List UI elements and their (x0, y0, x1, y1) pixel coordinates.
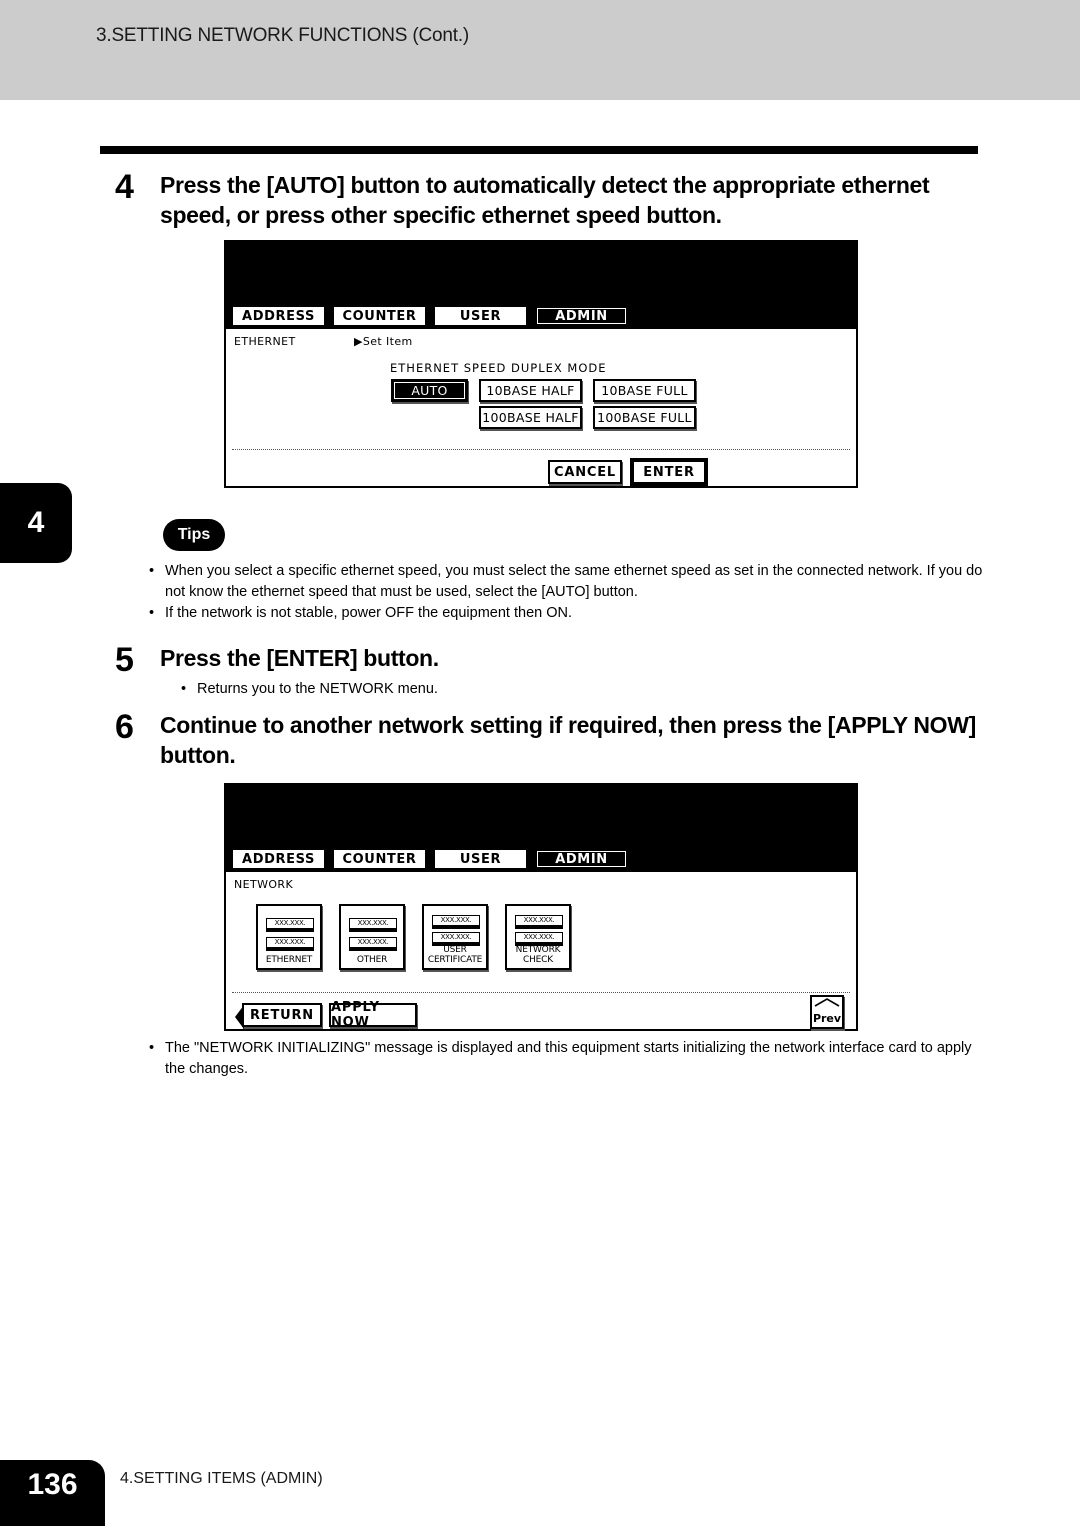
lcd-separator (232, 992, 850, 993)
tips-badge-label: Tips (177, 526, 211, 543)
tab-address[interactable]: ADDRESS (231, 305, 326, 327)
tips-bullet-list: • When you select a specific ethernet sp… (143, 561, 983, 624)
left-arrow-icon (235, 1005, 244, 1029)
step-4-text: Press the [AUTO] button to automatically… (160, 172, 930, 228)
icon-field-line-2: XXX.XXX. (432, 932, 480, 946)
icon-field-line-2: XXX.XXX. (266, 937, 314, 951)
lcd-tab-strip: ADDRESS COUNTER USER ADMIN (226, 304, 856, 329)
network-icon-user-certificate[interactable]: XXX.XXX. XXX.XXX. USER CERTIFICATE (422, 904, 488, 970)
icon-field-line-2: XXX.XXX. (349, 937, 397, 951)
network-icon-caption: NETWORK CHECK (515, 945, 561, 965)
page-number-tab: 136 (0, 1460, 105, 1526)
icon-field-line-1: XXX.XXX. (515, 915, 563, 929)
icon-field-line-1: XXX.XXX. (349, 918, 397, 932)
speed-button-10base-half[interactable]: 10BASE HALF (479, 379, 582, 402)
step-6-bullet-list: • The "NETWORK INITIALIZING" message is … (143, 1038, 983, 1080)
step-4-number: 4 (115, 168, 134, 206)
speed-button-100base-full[interactable]: 100BASE FULL (593, 406, 696, 429)
page-number: 136 (27, 1468, 78, 1501)
enter-button[interactable]: ENTER (632, 460, 706, 484)
prev-button[interactable]: Prev (810, 995, 844, 1029)
chapter-tab-marker: 4 (0, 483, 72, 563)
lcd-titlebar (226, 785, 856, 847)
step-6-bullet-1: • The "NETWORK INITIALIZING" message is … (149, 1040, 972, 1077)
bullet-dot-icon: • (149, 1040, 155, 1056)
tab-admin[interactable]: ADMIN (534, 305, 629, 327)
step-6-text: Continue to another network setting if r… (160, 712, 976, 768)
breadcrumb-arrow-icon: ▶ (354, 335, 363, 348)
network-icon-ethernet[interactable]: XXX.XXX. XXX.XXX. ETHERNET (256, 904, 322, 970)
return-button[interactable]: RETURN (235, 1003, 322, 1029)
lcd-body: ETHERNET ▶Set Item ETHERNET SPEED DUPLEX… (226, 329, 856, 486)
network-icon-caption: ETHERNET (265, 955, 313, 965)
lcd-panel-network: ADDRESS COUNTER USER ADMIN NETWORK XXX.X… (224, 783, 858, 1031)
network-icon-caption: OTHER (356, 955, 388, 965)
tab-counter[interactable]: COUNTER (332, 848, 427, 870)
bullet-dot-icon: • (181, 681, 187, 697)
bullet-dot-icon: • (149, 563, 155, 579)
breadcrumb-set-item: ▶Set Item (354, 335, 413, 348)
icon-field-line-1: XXX.XXX. (266, 918, 314, 932)
tips-badge: Tips (163, 519, 225, 551)
tips-bullet-1: • When you select a specific ethernet sp… (149, 563, 983, 600)
tab-counter[interactable]: COUNTER (332, 305, 427, 327)
tab-user[interactable]: USER (433, 848, 528, 870)
step-5-bullet-list: • Returns you to the NETWORK menu. (175, 679, 975, 700)
step-5-number: 5 (115, 641, 134, 679)
icon-field-line-1: XXX.XXX. (432, 915, 480, 929)
step-5-bullet-1: • Returns you to the NETWORK menu. (175, 679, 975, 700)
network-icon-network-check[interactable]: XXX.XXX. XXX.XXX. NETWORK CHECK (505, 904, 571, 970)
group-title-speed-duplex: ETHERNET SPEED DUPLEX MODE (390, 361, 607, 375)
screen-label-network: NETWORK (234, 878, 294, 891)
chevron-up-icon (814, 998, 840, 1007)
lcd-body: NETWORK XXX.XXX. XXX.XXX. ETHERNET XXX.X… (226, 872, 856, 1030)
tab-user[interactable]: USER (433, 305, 528, 327)
page-header-title: 3.SETTING NETWORK FUNCTIONS (Cont.) (96, 25, 470, 46)
tab-address[interactable]: ADDRESS (231, 848, 326, 870)
network-icon-caption: USER CERTIFICATE (427, 945, 483, 965)
speed-button-100base-half[interactable]: 100BASE HALF (479, 406, 582, 429)
apply-now-button[interactable]: APPLY NOW (329, 1000, 417, 1030)
lcd-panel-ethernet-speed: ADDRESS COUNTER USER ADMIN ETHERNET ▶Set… (224, 240, 858, 488)
speed-button-auto[interactable]: AUTO (391, 379, 468, 402)
tips-bullet-2: • If the network is not stable, power OF… (143, 603, 983, 624)
step-5-text: Press the [ENTER] button. (160, 645, 439, 671)
bullet-dot-icon: • (149, 605, 155, 621)
lcd-titlebar (226, 242, 856, 304)
speed-button-10base-full[interactable]: 10BASE FULL (593, 379, 696, 402)
icon-field-line-2: XXX.XXX. (515, 932, 563, 946)
step-6-number: 6 (115, 708, 134, 746)
chapter-tab-label: 4 (27, 506, 45, 539)
cancel-button[interactable]: CANCEL (548, 460, 622, 484)
lcd-tab-strip: ADDRESS COUNTER USER ADMIN (226, 847, 856, 872)
header-divider-rule (100, 146, 978, 154)
network-icon-other[interactable]: XXX.XXX. XXX.XXX. OTHER (339, 904, 405, 970)
tab-admin[interactable]: ADMIN (534, 848, 629, 870)
page-header-band (0, 0, 1080, 100)
lcd-separator (232, 449, 850, 450)
footer-section-label: 4.SETTING ITEMS (ADMIN) (120, 1470, 323, 1487)
screen-label-ethernet: ETHERNET (234, 335, 296, 348)
